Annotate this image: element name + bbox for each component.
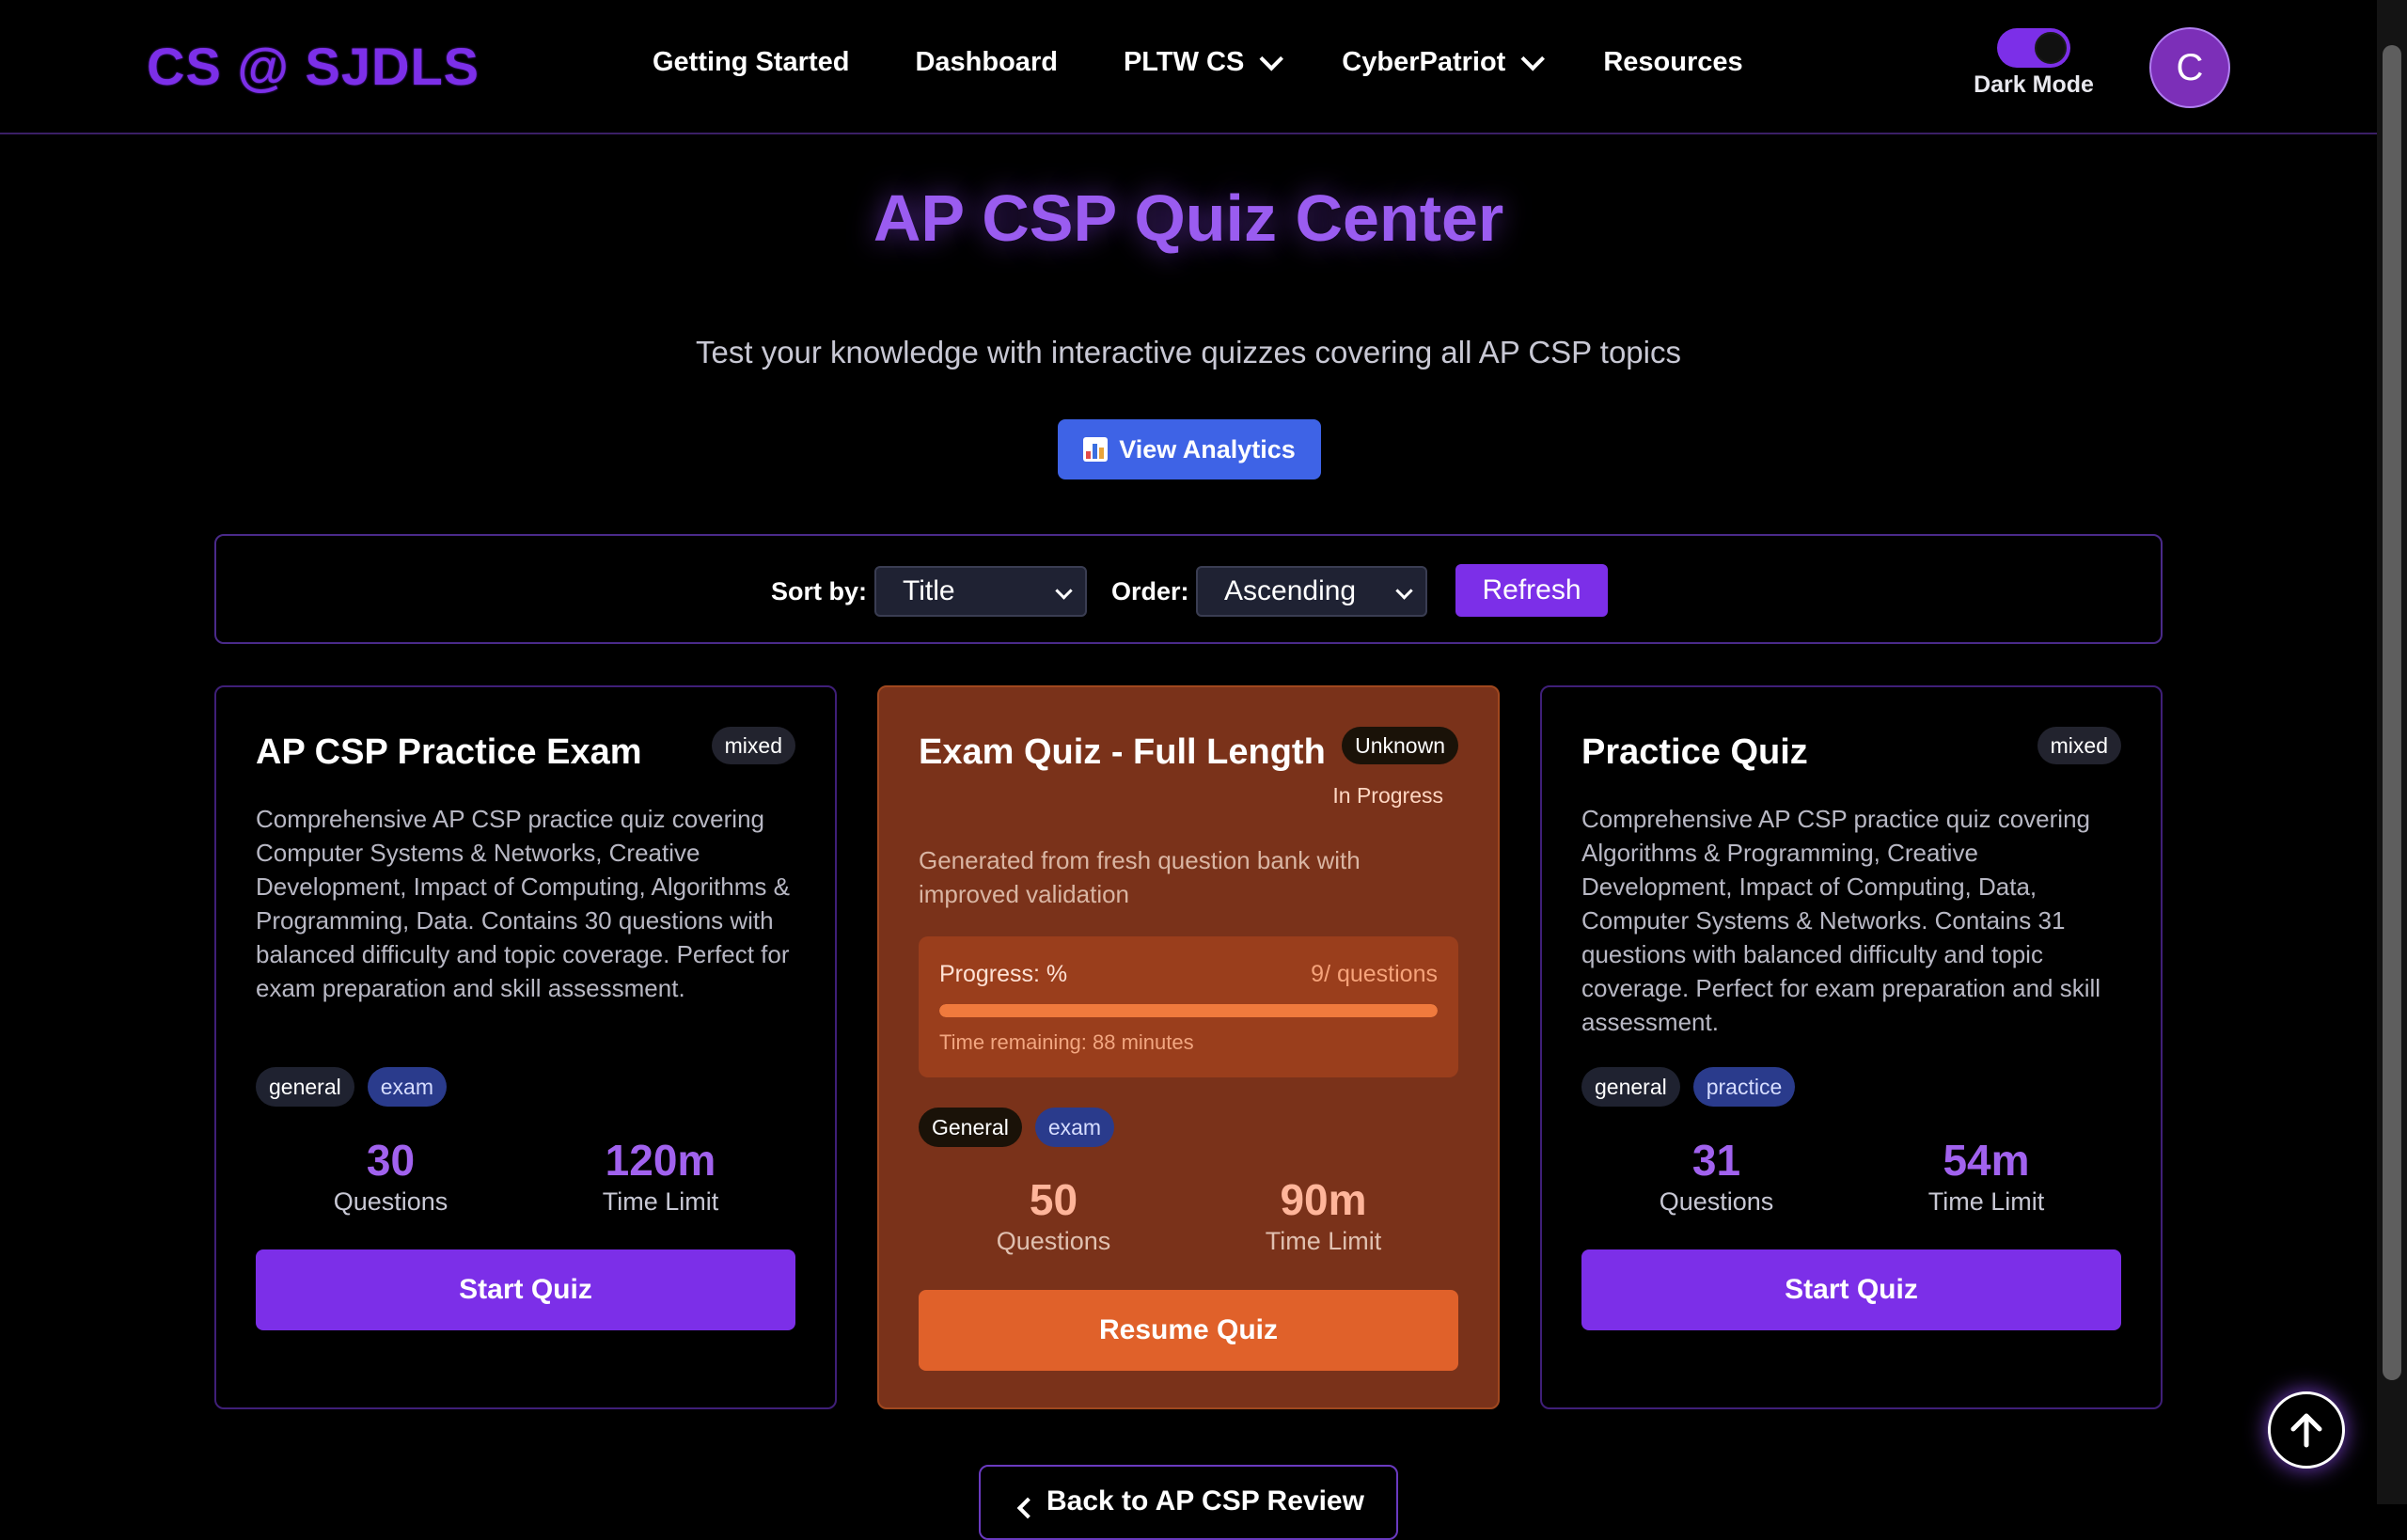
time-limit-label: Time Limit — [1265, 1227, 1382, 1255]
time-limit-value: 90m — [1280, 1175, 1367, 1224]
dark-mode-control: Dark Mode — [1969, 28, 2099, 99]
time-limit-label: Time Limit — [1927, 1187, 2045, 1216]
difficulty-badge: mixed — [711, 727, 795, 764]
quiz-card-in-progress: Exam Quiz - Full Length Unknown In Progr… — [877, 685, 1500, 1409]
chevron-left-icon — [1016, 1497, 1039, 1519]
sort-by-select[interactable]: Title — [874, 566, 1087, 617]
questions-count: 30 — [366, 1136, 416, 1185]
sort-controls: Sort by: Title Order: Ascending Refresh — [214, 534, 2163, 644]
quiz-description: Comprehensive AP CSP practice quiz cover… — [1581, 805, 2101, 1036]
scrollbar-thumb[interactable] — [2383, 45, 2401, 1380]
chevron-down-icon — [1055, 582, 1073, 600]
order-label: Order: — [1111, 577, 1189, 605]
quiz-description: Comprehensive AP CSP practice quiz cover… — [256, 805, 790, 1002]
progress-fill — [939, 1004, 1438, 1017]
brand-logo[interactable]: CS @ SJDLS — [147, 36, 480, 97]
start-quiz-button[interactable]: Start Quiz — [256, 1249, 795, 1330]
progress-count: 9/ questions — [1311, 961, 1438, 987]
top-navbar: CS @ SJDLS Getting Started Dashboard PLT… — [0, 0, 2377, 134]
progress-panel: Progress: % 9/ questions Time remaining:… — [919, 936, 1458, 1077]
quiz-stats: 31 Questions 54m Time Limit — [1581, 1135, 2121, 1217]
time-remaining: Time remaining: 88 minutes — [939, 1030, 1194, 1054]
difficulty-badge: Unknown — [1342, 727, 1458, 764]
questions-count: 31 — [1691, 1136, 1741, 1185]
nav-pltw-cs[interactable]: PLTW CS — [1124, 46, 1284, 78]
order-select[interactable]: Ascending — [1196, 566, 1427, 617]
stat-questions: 30 Questions — [256, 1135, 526, 1217]
page-scrollbar[interactable] — [2377, 0, 2407, 1504]
start-quiz-button[interactable]: Start Quiz — [1581, 1249, 2121, 1330]
quiz-tags: General exam — [919, 1108, 1115, 1147]
chevron-down-icon — [1259, 46, 1284, 71]
time-limit-value: 120m — [605, 1136, 716, 1185]
time-limit-label: Time Limit — [602, 1187, 719, 1216]
stat-time-limit: 120m Time Limit — [526, 1135, 795, 1217]
stat-time-limit: 54m Time Limit — [1851, 1135, 2121, 1217]
quiz-stats: 30 Questions 120m Time Limit — [256, 1135, 795, 1217]
stat-time-limit: 90m Time Limit — [1188, 1174, 1458, 1256]
scroll-to-top-button[interactable] — [2268, 1391, 2345, 1469]
view-analytics-label: View Analytics — [1119, 434, 1296, 464]
nav-links: Getting Started Dashboard PLTW CS CyberP… — [653, 46, 1809, 78]
progress-label: Progress: % — [939, 961, 1068, 987]
back-link-label: Back to AP CSP Review — [1046, 1485, 1364, 1516]
refresh-button[interactable]: Refresh — [1455, 564, 1608, 617]
tag: general — [256, 1067, 354, 1107]
quiz-tags: general exam — [256, 1067, 447, 1107]
tag: exam — [1034, 1108, 1115, 1147]
dark-mode-toggle[interactable] — [1997, 28, 2070, 68]
resume-quiz-button[interactable]: Resume Quiz — [919, 1290, 1458, 1371]
difficulty-badge: mixed — [2037, 727, 2121, 764]
quiz-title: AP CSP Practice Exam — [256, 732, 642, 772]
quiz-card: AP CSP Practice Exam mixed Comprehensive… — [214, 685, 837, 1409]
stat-questions: 50 Questions — [919, 1174, 1188, 1256]
nav-getting-started[interactable]: Getting Started — [653, 47, 849, 78]
chevron-down-icon — [1395, 582, 1413, 600]
sort-by-label: Sort by: — [771, 577, 868, 605]
user-avatar[interactable]: C — [2149, 27, 2230, 108]
back-to-review-button[interactable]: Back to AP CSP Review — [979, 1465, 1398, 1540]
quiz-card: Practice Quiz mixed Comprehensive AP CSP… — [1540, 685, 2163, 1409]
time-limit-value: 54m — [1943, 1136, 2030, 1185]
tag: exam — [367, 1067, 447, 1107]
progress-bar — [939, 1004, 1438, 1017]
order-value: Ascending — [1224, 575, 1357, 606]
chevron-down-icon — [1520, 46, 1546, 71]
quiz-stats: 50 Questions 90m Time Limit — [919, 1174, 1458, 1256]
dark-mode-label: Dark Mode — [1974, 71, 2094, 98]
quiz-tags: general practice — [1581, 1067, 1796, 1107]
questions-label: Questions — [1659, 1187, 1774, 1216]
view-analytics-button[interactable]: View Analytics — [1058, 419, 1321, 479]
bar-chart-icon — [1083, 437, 1109, 462]
status-badge: In Progress — [1332, 783, 1443, 808]
nav-dashboard[interactable]: Dashboard — [915, 47, 1057, 78]
nav-resources[interactable]: Resources — [1603, 47, 1742, 78]
questions-count: 50 — [1029, 1175, 1078, 1224]
sort-by-value: Title — [903, 575, 955, 606]
nav-cyberpatriot[interactable]: CyberPatriot — [1342, 46, 1546, 78]
questions-label: Questions — [996, 1227, 1111, 1255]
quiz-title: Exam Quiz - Full Length — [919, 732, 1326, 772]
tag: General — [919, 1108, 1022, 1147]
tag: general — [1581, 1067, 1680, 1107]
questions-label: Questions — [333, 1187, 448, 1216]
quiz-title: Practice Quiz — [1581, 732, 1808, 772]
quiz-description: Generated from fresh question bank with … — [919, 846, 1361, 908]
page-title: AP CSP Quiz Center — [873, 181, 1504, 255]
page-subtitle: Test your knowledge with interactive qui… — [696, 335, 1681, 369]
toggle-knob — [2035, 32, 2067, 64]
arrow-up-icon — [2290, 1413, 2322, 1448]
tag: practice — [1692, 1067, 1796, 1107]
stat-questions: 31 Questions — [1581, 1135, 1851, 1217]
